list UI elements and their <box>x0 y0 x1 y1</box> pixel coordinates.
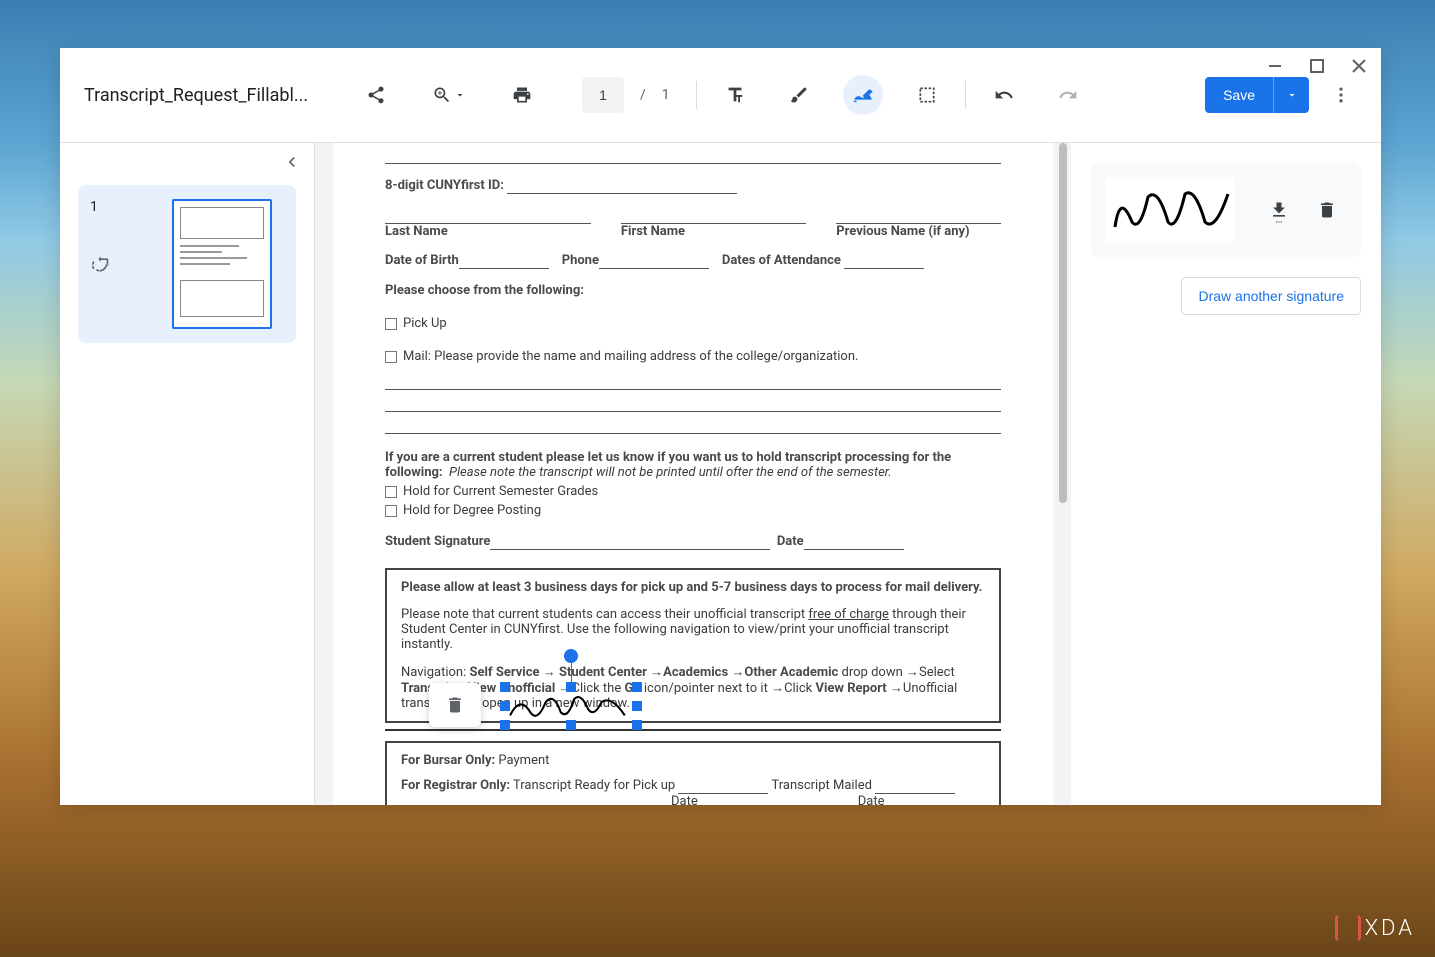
text-tool-button[interactable] <box>715 75 755 115</box>
resize-handle[interactable] <box>632 682 642 692</box>
save-dropdown-button[interactable] <box>1273 77 1309 113</box>
field-label: Phone <box>562 253 599 268</box>
checkbox <box>385 318 397 330</box>
thumbnail-panel: 1 <box>60 143 315 805</box>
page-number-input[interactable] <box>582 77 624 113</box>
rotate-handle[interactable] <box>564 649 578 663</box>
download-signature-button[interactable] <box>1259 190 1299 230</box>
checkbox-label: Hold for Degree Posting <box>403 503 541 518</box>
checkbox-label: Hold for Current Semester Grades <box>403 484 598 499</box>
page-total: 1 <box>662 87 670 103</box>
checkbox <box>385 351 397 363</box>
resize-handle[interactable] <box>500 720 510 730</box>
checkbox <box>385 486 397 498</box>
field-label: Date <box>858 794 885 805</box>
paragraph: free of charge <box>808 607 889 622</box>
share-button[interactable] <box>356 75 396 115</box>
field-label: First Name <box>621 224 806 239</box>
delete-annotation-button[interactable] <box>429 683 481 727</box>
checkbox-label: Pick Up <box>403 316 447 331</box>
paragraph: Please note that current students can ac… <box>401 607 808 622</box>
signature-preview <box>1105 177 1235 243</box>
resize-handle[interactable] <box>632 720 642 730</box>
field-label: Date of Birth <box>385 253 459 268</box>
field-label: For Registrar Only: <box>401 778 510 793</box>
thumbnail-preview <box>172 199 272 329</box>
document-viewer[interactable]: 8-digit CUNYfirst ID: Last Name First Na… <box>315 143 1071 805</box>
paragraph: Student Center <box>559 665 647 680</box>
resize-handle[interactable] <box>566 720 576 730</box>
paragraph: Please allow at least 3 business days fo… <box>401 580 985 595</box>
field-label: Last Name <box>385 224 591 239</box>
resize-handle[interactable] <box>632 701 642 711</box>
paragraph: Click <box>784 681 815 696</box>
placed-signature[interactable] <box>505 687 637 725</box>
checkbox-label: Mail: Please provide the name and mailin… <box>403 349 858 364</box>
paragraph: Payment <box>495 753 549 768</box>
paragraph: Self Service <box>469 665 539 680</box>
print-button[interactable] <box>502 75 542 115</box>
paragraph: View Report <box>815 681 886 696</box>
signature-panel: Draw another signature <box>1071 143 1381 805</box>
page-separator: / <box>640 87 646 103</box>
scrollbar[interactable] <box>1059 143 1067 503</box>
undo-button[interactable] <box>984 75 1024 115</box>
signature-card[interactable] <box>1091 163 1361 257</box>
window-minimize-button[interactable] <box>1267 58 1283 74</box>
checkbox <box>385 505 397 517</box>
footer-box: For Bursar Only: Payment For Registrar O… <box>385 741 1001 805</box>
delete-signature-button[interactable] <box>1307 190 1347 230</box>
field-label: Previous Name (if any) <box>836 224 1001 239</box>
save-button[interactable]: Save <box>1205 77 1273 113</box>
field-label: For Bursar Only: <box>401 753 495 768</box>
signature-tool-button[interactable] <box>843 75 883 115</box>
separator <box>696 81 697 109</box>
draw-another-signature-button[interactable]: Draw another signature <box>1181 277 1361 315</box>
field-label: Student Signature <box>385 534 490 549</box>
resize-handle[interactable] <box>500 682 510 692</box>
field-label: Dates of Attendance <box>722 253 841 268</box>
field-label: 8-digit CUNYfirst ID: <box>385 178 504 193</box>
paragraph: drop down <box>838 665 906 680</box>
overflow-menu-button[interactable] <box>1325 79 1357 111</box>
paragraph: Other Academic <box>744 665 838 680</box>
field-label: Date <box>671 794 698 805</box>
paragraph: Select <box>919 665 955 680</box>
window-maximize-button[interactable] <box>1309 58 1325 74</box>
rotate-thumbnail-icon[interactable] <box>90 255 110 279</box>
watermark: XDA <box>1335 915 1415 941</box>
resize-handle[interactable] <box>566 682 576 692</box>
paragraph: Navigation: <box>401 665 469 680</box>
field-label: Please choose from the following: <box>385 283 584 298</box>
zoom-button[interactable] <box>426 75 472 115</box>
field-label: Date <box>777 534 804 549</box>
draw-tool-button[interactable] <box>779 75 819 115</box>
page-thumbnail[interactable]: 1 <box>78 185 296 343</box>
toolbar: Transcript_Request_Fillabl... / 1 <box>60 48 1381 142</box>
collapse-sidebar-button[interactable] <box>60 143 314 181</box>
paragraph: Transcript Mailed <box>768 778 875 793</box>
file-title: Transcript_Request_Fillabl... <box>84 85 316 106</box>
paragraph: Transcript Ready for Pick up <box>510 778 678 793</box>
pdf-viewer-window: Transcript_Request_Fillabl... / 1 <box>60 48 1381 805</box>
paragraph: Academics <box>663 665 728 680</box>
thumbnail-page-number: 1 <box>90 199 98 215</box>
form-blank <box>507 178 737 194</box>
redo-button[interactable] <box>1048 75 1088 115</box>
window-close-button[interactable] <box>1351 58 1367 74</box>
resize-handle[interactable] <box>500 701 510 711</box>
separator <box>965 81 966 109</box>
marquee-tool-button[interactable] <box>907 75 947 115</box>
paragraph: icon/pointer next to it <box>641 681 771 696</box>
paragraph: Please note the transcript will not be p… <box>449 465 892 480</box>
